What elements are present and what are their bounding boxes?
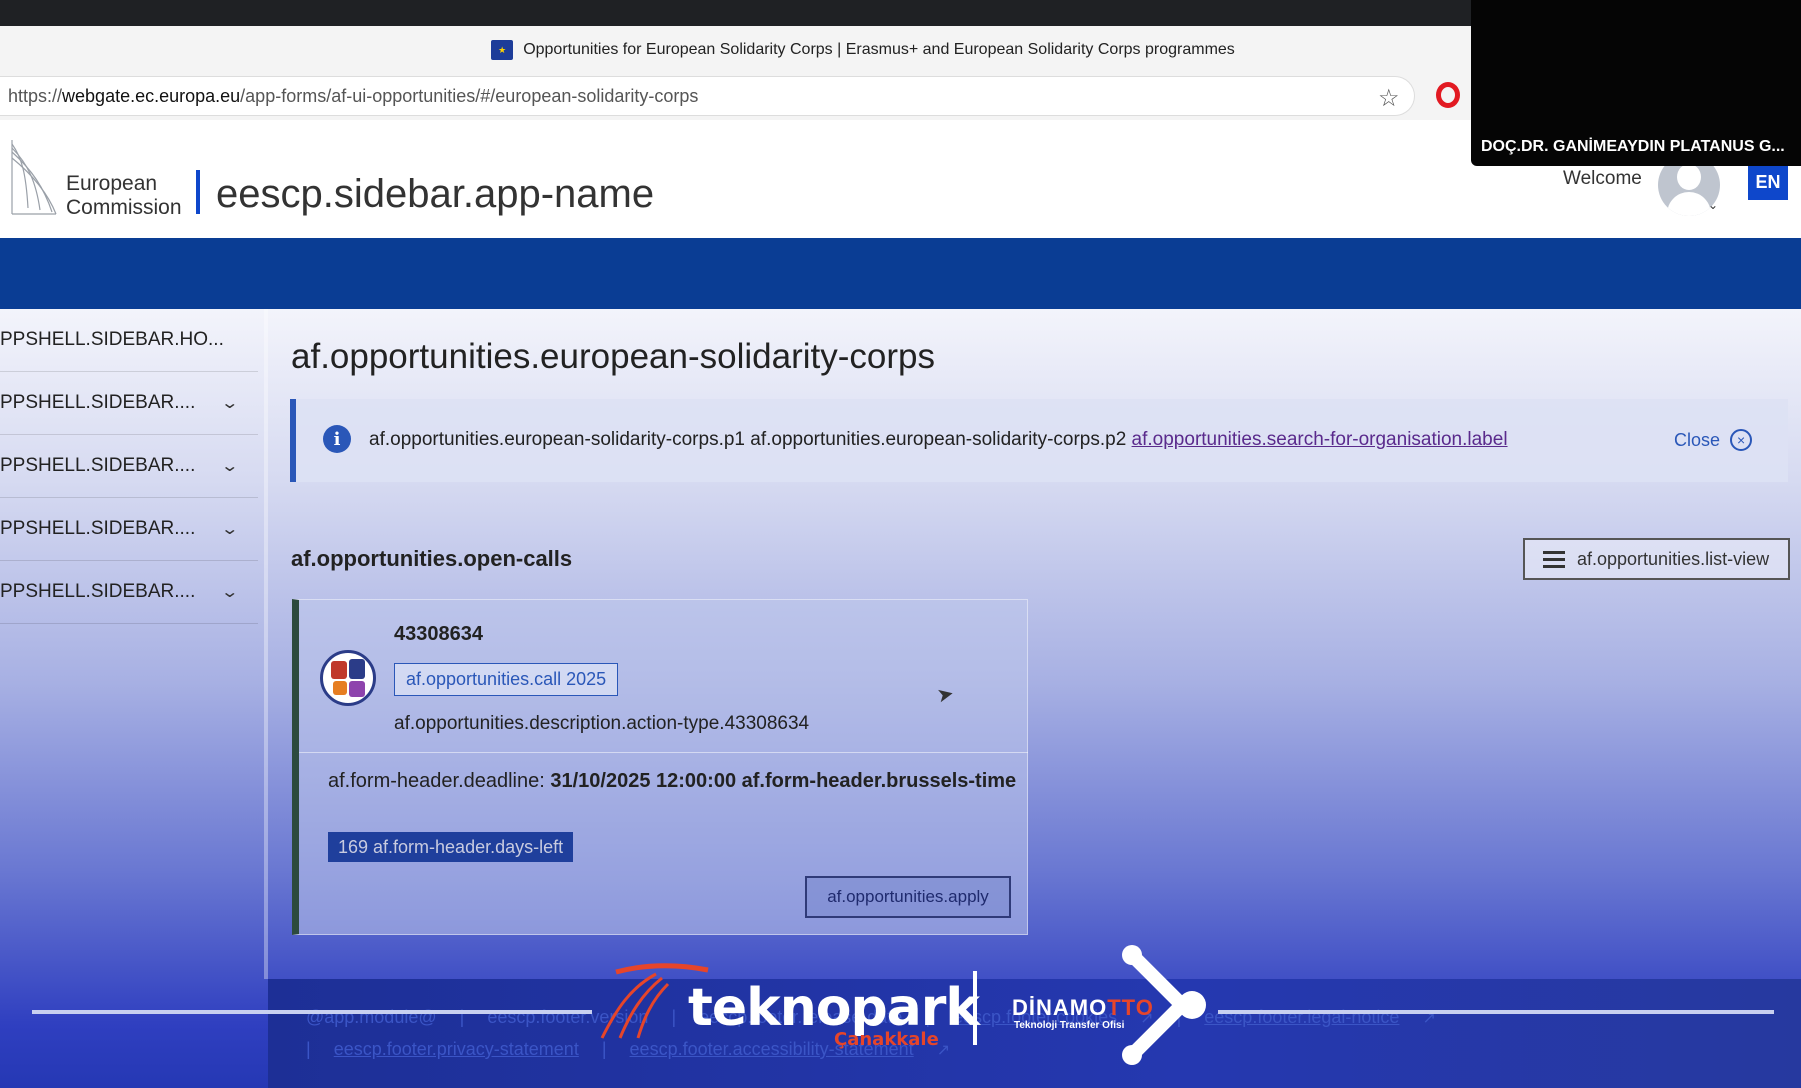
dinamotto-node-logo	[1122, 945, 1206, 1065]
welcome-text: Welcome	[1563, 168, 1642, 189]
sidebar-item-label: PPSHELL.SIDEBAR....	[0, 392, 196, 413]
sidebar-item-3[interactable]: PPSHELL.SIDEBAR.... ⌄	[0, 435, 258, 498]
bookmark-star-icon[interactable]: ☆	[1378, 84, 1400, 113]
sidebar-item-label: PPSHELL.SIDEBAR....	[0, 581, 196, 602]
sidebar: PPSHELL.SIDEBAR.HO... PPSHELL.SIDEBAR...…	[0, 309, 268, 979]
header-band	[0, 238, 1801, 309]
european-commission-logo	[11, 140, 57, 215]
sidebar-item-home[interactable]: PPSHELL.SIDEBAR.HO...	[0, 309, 258, 372]
eu-flag-icon: ★	[491, 40, 514, 60]
search-organisation-link[interactable]: af.opportunities.search-for-organisation…	[1132, 429, 1508, 450]
apply-button[interactable]: af.opportunities.apply	[805, 876, 1011, 918]
watermark-divider	[973, 971, 977, 1045]
page-title: af.opportunities.european-solidarity-cor…	[291, 337, 935, 376]
commission-name: European Commission	[66, 172, 182, 219]
days-left-badge: 169 af.form-header.days-left	[328, 832, 574, 862]
card-divider	[299, 752, 1028, 753]
close-label: Close	[1674, 429, 1721, 450]
url-path: /app-forms/af-ui-opportunities/#/europea…	[240, 85, 699, 106]
section-title-open-calls: af.opportunities.open-calls	[291, 546, 573, 571]
sidebar-item-2[interactable]: PPSHELL.SIDEBAR.... ⌄	[0, 372, 258, 435]
sidebar-item-label: PPSHELL.SIDEBAR....	[0, 455, 196, 476]
avatar-head	[1677, 164, 1701, 190]
info-notice: i af.opportunities.european-solidarity-c…	[290, 399, 1788, 482]
tab-title: Opportunities for European Solidarity Co…	[523, 41, 1235, 58]
list-view-button[interactable]: af.opportunities.list-view	[1523, 538, 1790, 580]
footer-privacy-link[interactable]: eescp.footer.privacy-statement	[334, 1039, 579, 1059]
watermark-line-left	[32, 1010, 592, 1014]
notice-close-button[interactable]: Close ×	[1674, 429, 1753, 451]
organisation-logo	[320, 650, 376, 706]
chevron-down-icon: ⌄	[219, 584, 239, 601]
list-icon	[1543, 550, 1565, 568]
watermark-line-right	[1218, 1010, 1774, 1014]
call-card[interactable]: 43308634 af.opportunities.call 2025 af.o…	[292, 599, 1028, 935]
call-id: 43308634	[394, 623, 483, 645]
tto-subtitle: Teknoloji Transfer Ofisi	[1014, 1020, 1125, 1031]
header-divider	[196, 170, 200, 214]
notice-text: af.opportunities.european-solidarity-cor…	[369, 429, 1508, 450]
content-area: PPSHELL.SIDEBAR.HO... PPSHELL.SIDEBAR...…	[0, 309, 1801, 1088]
chevron-down-icon: ⌄	[219, 395, 239, 412]
call-year-tag: af.opportunities.call 2025	[394, 663, 619, 696]
address-bar[interactable]: https://webgate.ec.europa.eu/app-forms/a…	[0, 76, 1415, 116]
url-host: webgate.ec.europa.eu	[62, 85, 241, 106]
participant-name: DOÇ.DR. GANİMEAYDIN PLATANUS G...	[1481, 138, 1785, 155]
sidebar-item-label: PPSHELL.SIDEBAR....	[0, 518, 196, 539]
sidebar-item-4[interactable]: PPSHELL.SIDEBAR.... ⌄	[0, 498, 258, 561]
chevron-down-icon[interactable]: ⌄	[1708, 198, 1718, 212]
close-icon: ×	[1730, 429, 1753, 451]
video-participant-tile[interactable]: DOÇ.DR. GANİMEAYDIN PLATANUS G...	[1471, 0, 1801, 166]
opera-icon[interactable]	[1436, 82, 1460, 108]
canakkale-logo-text: Çanakkale	[834, 1029, 939, 1050]
language-selector[interactable]: EN	[1748, 164, 1788, 200]
sidebar-item-label: PPSHELL.SIDEBAR.HO...	[0, 329, 224, 350]
url-prefix: https://	[8, 85, 63, 106]
info-icon: i	[323, 425, 351, 453]
avatar-body	[1667, 192, 1711, 216]
chevron-down-icon: ⌄	[219, 521, 239, 538]
chevron-down-icon: ⌄	[219, 458, 239, 475]
call-description: af.opportunities.description.action-type…	[394, 713, 810, 734]
app-name: eescp.sidebar.app-name	[216, 172, 655, 216]
call-deadline: af.form-header.deadline: 31/10/2025 12:0…	[328, 770, 1017, 792]
list-view-label: af.opportunities.list-view	[1577, 548, 1770, 569]
sidebar-item-5[interactable]: PPSHELL.SIDEBAR.... ⌄	[0, 561, 258, 624]
